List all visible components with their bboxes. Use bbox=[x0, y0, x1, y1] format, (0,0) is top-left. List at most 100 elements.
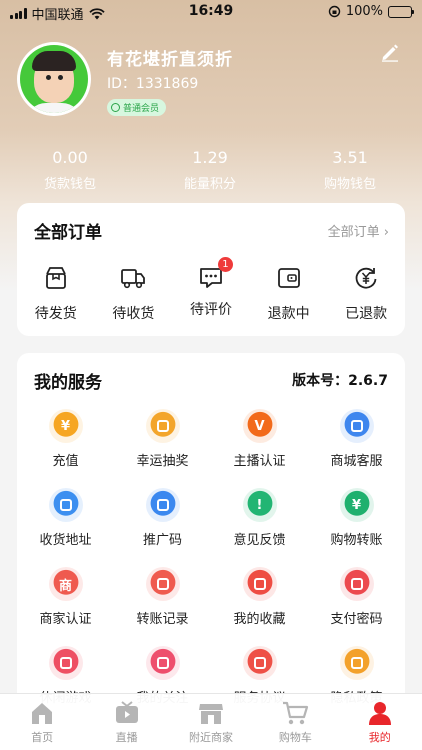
transfer-icon: ¥ bbox=[339, 488, 374, 522]
user-icon bbox=[366, 700, 394, 726]
service-label: 幸运抽奖 bbox=[136, 454, 189, 469]
service-ticket[interactable]: 幸运抽奖 bbox=[114, 409, 211, 488]
service-label: 充值 bbox=[52, 454, 79, 469]
privacy-doc-icon bbox=[339, 646, 374, 680]
comment-icon-wrap: 1 bbox=[198, 257, 233, 291]
yen-coin-icon: ¥ bbox=[48, 409, 83, 443]
services-title: 我的服务 bbox=[34, 373, 102, 393]
badge-v-icon: V bbox=[242, 409, 277, 443]
service-yen-coin[interactable]: ¥ 充值 bbox=[17, 409, 114, 488]
service-transfer[interactable]: ¥ 购物转账 bbox=[308, 488, 405, 567]
order-refunding[interactable]: 退款中 bbox=[250, 265, 328, 323]
shop-badge-icon: 商 bbox=[48, 567, 83, 601]
app-version: 版本号：2.6.7 bbox=[292, 373, 388, 389]
tab-store[interactable]: 附近商家 bbox=[169, 694, 253, 750]
user-name: 有花堪折直须折 bbox=[107, 50, 233, 70]
service-feedback[interactable]: ! 意见反馈 bbox=[211, 488, 308, 567]
tab-label: 首页 bbox=[31, 731, 54, 744]
wallet-icon bbox=[277, 268, 300, 288]
edit-profile-icon[interactable] bbox=[380, 42, 400, 62]
member-level-badge: 普通会员 bbox=[107, 99, 167, 116]
tab-label: 购物车 bbox=[278, 731, 312, 744]
ticket-icon bbox=[145, 409, 180, 443]
service-star[interactable]: 我的收藏 bbox=[211, 567, 308, 646]
truck-icon bbox=[121, 269, 146, 289]
stat-shopping-wallet[interactable]: 3.51 购物钱包 bbox=[280, 148, 420, 192]
tab-live-tv[interactable]: 直播 bbox=[84, 694, 168, 750]
store-icon bbox=[197, 700, 225, 726]
tab-home[interactable]: 首页 bbox=[0, 694, 84, 750]
order-pending-review[interactable]: 1 待评价 bbox=[172, 257, 250, 323]
orders-card: 全部订单 全部订单 › 待发货 待收货 1 待评价 退款中 已退款 bbox=[17, 203, 405, 336]
battery-percent: 100% bbox=[345, 4, 383, 19]
avatar-photo bbox=[20, 45, 88, 113]
service-badge-v[interactable]: V 主播认证 bbox=[211, 409, 308, 488]
service-lock-bag[interactable]: 支付密码 bbox=[308, 567, 405, 646]
member-level-icon bbox=[111, 103, 120, 112]
battery-icon bbox=[388, 5, 414, 18]
gamepad-icon bbox=[48, 646, 83, 680]
service-glyph: ! bbox=[256, 497, 263, 513]
rotation-lock-icon bbox=[328, 5, 341, 18]
stat-label: 货款钱包 bbox=[43, 177, 96, 192]
service-label: 主播认证 bbox=[233, 454, 286, 469]
stat-label: 购物钱包 bbox=[323, 177, 376, 192]
all-orders-link[interactable]: 全部订单 › bbox=[328, 221, 389, 240]
stat-payment-wallet[interactable]: 0.00 货款钱包 bbox=[0, 148, 140, 192]
service-glyph: ¥ bbox=[351, 497, 362, 513]
service-label: 商城客服 bbox=[330, 454, 383, 469]
tab-cart[interactable]: 购物车 bbox=[253, 694, 337, 750]
service-shop-badge[interactable]: 商商家认证 bbox=[17, 567, 114, 646]
record-icon bbox=[145, 567, 180, 601]
agreement-icon bbox=[242, 646, 277, 680]
service-label: 收货地址 bbox=[39, 533, 92, 548]
stat-label: 能量积分 bbox=[183, 177, 236, 192]
service-label: 转账记录 bbox=[136, 612, 189, 627]
service-label: 购物转账 bbox=[330, 533, 383, 548]
service-record[interactable]: 转账记录 bbox=[114, 567, 211, 646]
service-label: 商家认证 bbox=[39, 612, 92, 627]
order-label: 待发货 bbox=[34, 306, 77, 322]
stat-value: 0.00 bbox=[52, 148, 88, 167]
tab-label: 直播 bbox=[115, 731, 138, 744]
package-icon bbox=[45, 267, 66, 289]
wallet-stats: 0.00 货款钱包 1.29 能量积分 3.51 购物钱包 bbox=[0, 148, 422, 192]
services-grid: ¥ 充值 幸运抽奖 V 主播认证 商城客服 收货地址 推广码! 意见反馈 ¥ 购物转账商商家认证 转账… bbox=[17, 409, 405, 725]
user-id: ID：1331869 bbox=[107, 76, 199, 92]
services-card: 我的服务 版本号：2.6.7 ¥ 充值 幸运抽奖 V 主播认证 商城客服收货地址 推广码! 意… bbox=[17, 353, 405, 750]
order-pending-shipment[interactable]: 待发货 bbox=[17, 265, 95, 323]
stat-energy-points[interactable]: 1.29 能量积分 bbox=[140, 148, 280, 192]
order-status-row: 待发货 待收货 1 待评价 退款中 已退款 bbox=[17, 257, 405, 323]
orders-title: 全部订单 bbox=[34, 223, 102, 243]
stat-value: 3.51 bbox=[332, 148, 368, 167]
lock-bag-icon bbox=[339, 567, 374, 601]
home-icon bbox=[28, 700, 56, 726]
service-glyph: ¥ bbox=[60, 418, 71, 434]
order-label: 退款中 bbox=[267, 306, 310, 322]
tab-user[interactable]: 我的 bbox=[338, 694, 422, 750]
tab-label: 附近商家 bbox=[188, 731, 233, 744]
review-count-badge: 1 bbox=[217, 257, 233, 272]
stat-value: 1.29 bbox=[192, 148, 228, 167]
cart-icon bbox=[281, 700, 309, 726]
order-pending-receipt[interactable]: 待收货 bbox=[95, 265, 173, 323]
service-glyph: 商 bbox=[58, 578, 72, 594]
member-level-label: 普通会员 bbox=[123, 104, 160, 114]
tab-label: 我的 bbox=[368, 731, 391, 744]
service-headset[interactable]: 商城客服 bbox=[308, 409, 405, 488]
refund-icon bbox=[355, 267, 377, 289]
location-pin-icon bbox=[48, 488, 83, 522]
headset-icon bbox=[339, 409, 374, 443]
order-refunded[interactable]: 已退款 bbox=[327, 265, 405, 323]
service-location-pin[interactable]: 收货地址 bbox=[17, 488, 114, 567]
qr-code-icon bbox=[145, 488, 180, 522]
status-right-group: 100% bbox=[328, 4, 414, 19]
star-icon bbox=[242, 567, 277, 601]
order-label: 待收货 bbox=[112, 306, 155, 322]
service-qr-code[interactable]: 推广码 bbox=[114, 488, 211, 567]
service-label: 支付密码 bbox=[330, 612, 383, 627]
bottom-tab-bar: 首页 直播 附近商家 购物车 我的 bbox=[0, 693, 422, 750]
order-label: 待评价 bbox=[189, 302, 232, 318]
live-tv-icon bbox=[113, 700, 141, 726]
avatar[interactable] bbox=[17, 42, 91, 116]
